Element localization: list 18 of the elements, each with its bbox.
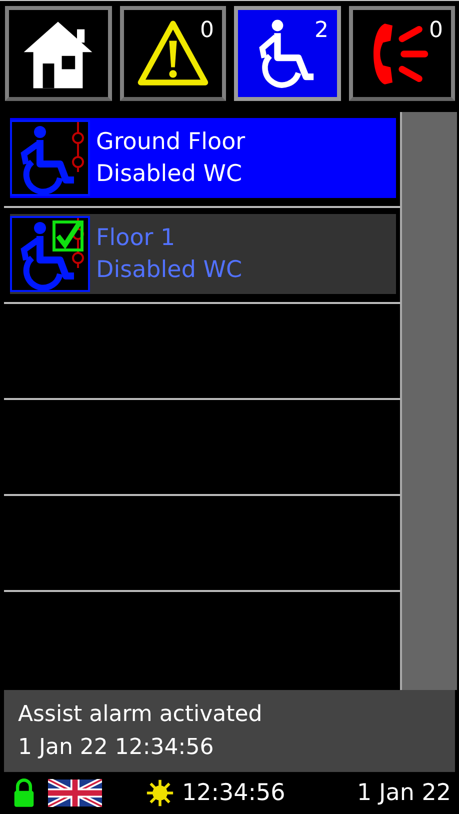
alarm-tab[interactable]: 0	[348, 6, 455, 101]
alarm-type-text: Disabled WC	[96, 257, 242, 283]
wheelchair-icon	[10, 118, 90, 198]
alarm-tab[interactable]: 0	[120, 6, 226, 101]
location-text: Floor 1	[96, 225, 176, 251]
scrollbar[interactable]	[400, 112, 457, 690]
alarm-tab[interactable]: 2	[234, 6, 340, 101]
alarm-item[interactable]: Ground Floor Disabled WC	[10, 118, 396, 198]
alarm-type-text: Disabled WC	[96, 161, 244, 187]
message-text: Assist alarm activated	[18, 702, 264, 727]
location-text: Ground Floor	[96, 129, 246, 155]
wheelchair-icon	[10, 214, 90, 294]
clock-time: 12:34:56	[182, 780, 286, 806]
alarm-tab[interactable]	[5, 6, 112, 101]
sun-icon	[146, 779, 174, 807]
flag-icon	[48, 779, 102, 807]
timestamp-text: 1 Jan 22 12:34:56	[18, 735, 215, 760]
date-text: 1 Jan 22	[357, 780, 451, 806]
